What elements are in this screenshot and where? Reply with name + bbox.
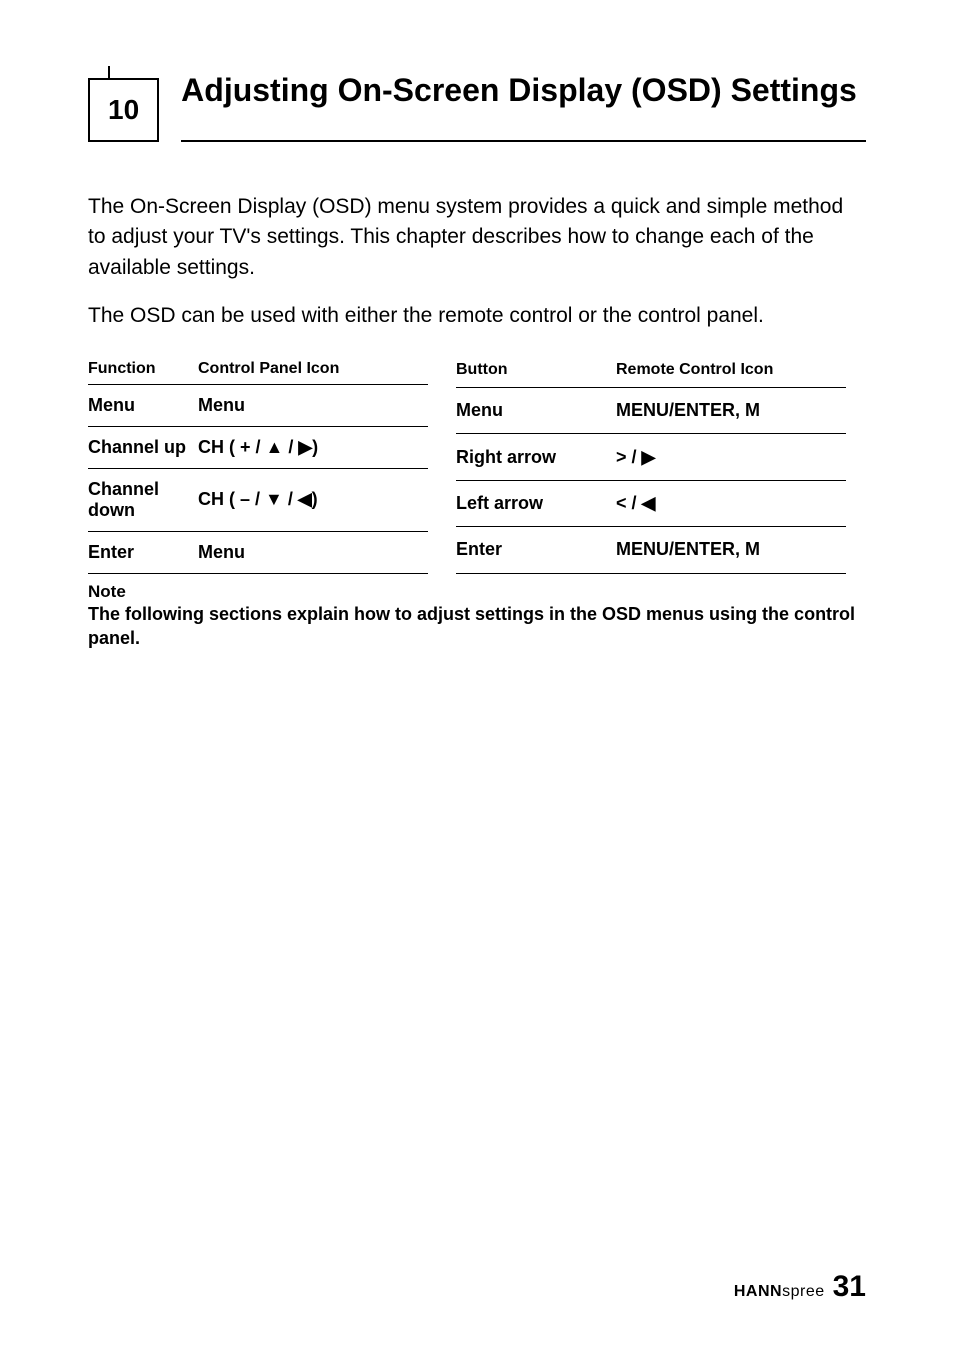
cell-function: Channel down [88, 468, 198, 531]
page-footer: HANNspree 31 [734, 1270, 866, 1304]
cell-control-panel-icon: Menu [198, 384, 428, 426]
page-number: 31 [833, 1270, 866, 1304]
table-row: Menu Menu [88, 384, 428, 426]
intro-paragraph-1: The On-Screen Display (OSD) menu system … [88, 192, 866, 283]
chapter-title: Adjusting On-Screen Display (OSD) Settin… [181, 70, 866, 110]
table-row: Right arrow > / ▶ [456, 434, 846, 480]
note-heading: Note [88, 582, 866, 602]
chapter-header: 10 Adjusting On-Screen Display (OSD) Set… [88, 70, 866, 142]
header-function: Function [88, 356, 198, 385]
chapter-number-box: 10 [88, 78, 159, 142]
cell-button: Enter [456, 527, 616, 574]
osd-controls-table: Function Control Panel Icon Menu Menu Ch… [88, 350, 866, 574]
osd-table-right: Button Remote Control Icon Menu MENU/ENT… [456, 356, 846, 574]
brand-light: spree [782, 1283, 825, 1300]
header-button: Button [456, 356, 616, 388]
cell-control-panel-icon: CH ( – / ▼ / ◀) [198, 468, 428, 531]
brand-logo: HANNspree [734, 1283, 825, 1301]
osd-table-left: Function Control Panel Icon Menu Menu Ch… [88, 356, 428, 574]
cell-control-panel-icon: CH ( + / ▲ / ▶) [198, 426, 428, 468]
intro-paragraph-2: The OSD can be used with either the remo… [88, 301, 866, 331]
cell-remote-control-icon: < / ◀ [616, 480, 846, 526]
cell-control-panel-icon: Menu [198, 531, 428, 573]
header-control-panel-icon: Control Panel Icon [198, 356, 428, 385]
cell-remote-control-icon: MENU/ENTER, M [616, 387, 846, 433]
table-row: Enter Menu [88, 531, 428, 573]
table-header-row: Button Remote Control Icon [456, 356, 846, 388]
header-remote-control-icon: Remote Control Icon [616, 356, 846, 388]
table-row: Menu MENU/ENTER, M [456, 387, 846, 433]
brand-bold: HANN [734, 1283, 782, 1300]
chapter-tick-mark [108, 66, 110, 80]
cell-remote-control-icon: > / ▶ [616, 434, 846, 480]
table-header-row: Function Control Panel Icon [88, 356, 428, 385]
cell-remote-control-icon: MENU/ENTER, M [616, 527, 846, 574]
table-row: Channel down CH ( – / ▼ / ◀) [88, 468, 428, 531]
cell-button: Menu [456, 387, 616, 433]
cell-button: Left arrow [456, 480, 616, 526]
cell-function: Menu [88, 384, 198, 426]
cell-button: Right arrow [456, 434, 616, 480]
cell-function: Enter [88, 531, 198, 573]
table-row: Enter MENU/ENTER, M [456, 527, 846, 574]
note-text: The following sections explain how to ad… [88, 602, 866, 651]
table-row: Left arrow < / ◀ [456, 480, 846, 526]
table-row: Channel up CH ( + / ▲ / ▶) [88, 426, 428, 468]
chapter-number: 10 [108, 94, 139, 125]
cell-function: Channel up [88, 426, 198, 468]
chapter-title-wrap: Adjusting On-Screen Display (OSD) Settin… [181, 70, 866, 142]
